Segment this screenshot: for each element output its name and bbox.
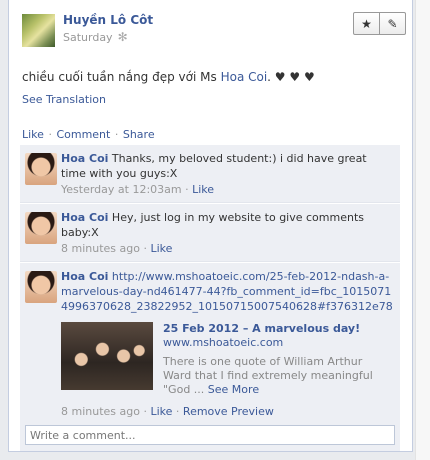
comment-body: Hoa Coi Hey, just log in my website to g… xyxy=(61,210,394,240)
comment-meta: 8 minutes ago · Like · Remove Preview xyxy=(61,405,394,418)
commenter-avatar[interactable] xyxy=(25,153,57,185)
preview-thumbnail[interactable] xyxy=(61,322,153,390)
commenter-name[interactable]: Hoa Coi xyxy=(61,211,108,224)
comment-like-link[interactable]: Like xyxy=(192,183,214,196)
separator: · xyxy=(114,128,119,141)
comment-body: Hoa Coi http://www.mshoatoeic.com/25-feb… xyxy=(61,269,394,314)
star-icon[interactable]: ★ xyxy=(354,13,379,34)
story-header: Huyền Lô Côt Saturday ✻ ★ ✎ xyxy=(9,0,412,60)
preview-description-text: There is one quote of William Arthur War… xyxy=(163,355,373,396)
post-mention[interactable]: Hoa Coi xyxy=(221,70,268,84)
comment-item: Hoa Coi Thanks, my beloved student:) i d… xyxy=(20,144,400,203)
comment-url-link[interactable]: http://www.mshoatoeic.com/25-feb-2012-nd… xyxy=(61,270,393,313)
privacy-gear-icon[interactable]: ✻ xyxy=(118,30,128,44)
commenter-avatar[interactable] xyxy=(25,271,57,303)
commenter-name[interactable]: Hoa Coi xyxy=(61,270,108,283)
post-message: chiều cuối tuần nắng đẹp với Ms Hoa Coi.… xyxy=(22,70,315,84)
link-preview[interactable]: 25 Feb 2012 – A marvelous day! www.mshoa… xyxy=(61,322,394,397)
separator: · xyxy=(48,128,52,141)
edit-pencil-icon[interactable]: ✎ xyxy=(379,13,405,34)
see-more-link[interactable]: See More xyxy=(208,383,259,396)
author-name[interactable]: Huyền Lô Côt xyxy=(63,13,153,27)
like-link[interactable]: Like xyxy=(22,128,44,141)
comment-time[interactable]: Yesterday at 12:03am xyxy=(61,183,182,196)
comment-like-link[interactable]: Like xyxy=(150,242,172,255)
share-link[interactable]: Share xyxy=(123,128,155,141)
comment-time[interactable]: 8 minutes ago xyxy=(61,405,140,418)
comment-link[interactable]: Comment xyxy=(56,128,110,141)
page-scroll-strip[interactable] xyxy=(415,0,430,460)
separator: · xyxy=(175,405,180,418)
comment-time[interactable]: 8 minutes ago xyxy=(61,242,140,255)
comment-like-link[interactable]: Like xyxy=(150,405,172,418)
commenter-name[interactable]: Hoa Coi xyxy=(61,152,108,165)
comment-list: Hoa Coi Thanks, my beloved student:) i d… xyxy=(20,144,400,425)
separator: · xyxy=(143,405,147,418)
separator: · xyxy=(143,242,147,255)
separator: · xyxy=(185,183,189,196)
comment-body: Hoa Coi Thanks, my beloved student:) i d… xyxy=(61,151,394,181)
remove-preview-link[interactable]: Remove Preview xyxy=(183,405,274,418)
comment-meta: 8 minutes ago · Like xyxy=(61,242,394,255)
preview-description: There is one quote of William Arthur War… xyxy=(163,355,393,397)
story-card: Huyền Lô Côt Saturday ✻ ★ ✎ chiều cuối t… xyxy=(8,0,413,452)
feedback-bar: Like · Comment · Share xyxy=(22,128,155,141)
comment-composer xyxy=(20,421,400,451)
see-translation-link[interactable]: See Translation xyxy=(22,93,106,106)
comment-item: Hoa Coi http://www.mshoatoeic.com/25-feb… xyxy=(20,262,400,425)
post-text-after: . ♥ ♥ ♥ xyxy=(267,70,315,84)
story-meta: Saturday ✻ xyxy=(63,30,128,44)
preview-title[interactable]: 25 Feb 2012 – A marvelous day! xyxy=(163,322,393,335)
preview-domain[interactable]: www.mshoatoeic.com xyxy=(163,336,393,349)
comment-item: Hoa Coi Hey, just log in my website to g… xyxy=(20,203,400,262)
preview-body: 25 Feb 2012 – A marvelous day! www.mshoa… xyxy=(163,322,393,397)
comment-meta: Yesterday at 12:03am · Like xyxy=(61,183,394,196)
write-comment-input[interactable] xyxy=(25,425,395,445)
post-text-before: chiều cuối tuần nắng đẹp với Ms xyxy=(22,70,217,84)
story-actions: ★ ✎ xyxy=(353,12,406,35)
story-time[interactable]: Saturday xyxy=(63,31,113,44)
commenter-avatar[interactable] xyxy=(25,212,57,244)
author-avatar[interactable] xyxy=(22,14,55,47)
